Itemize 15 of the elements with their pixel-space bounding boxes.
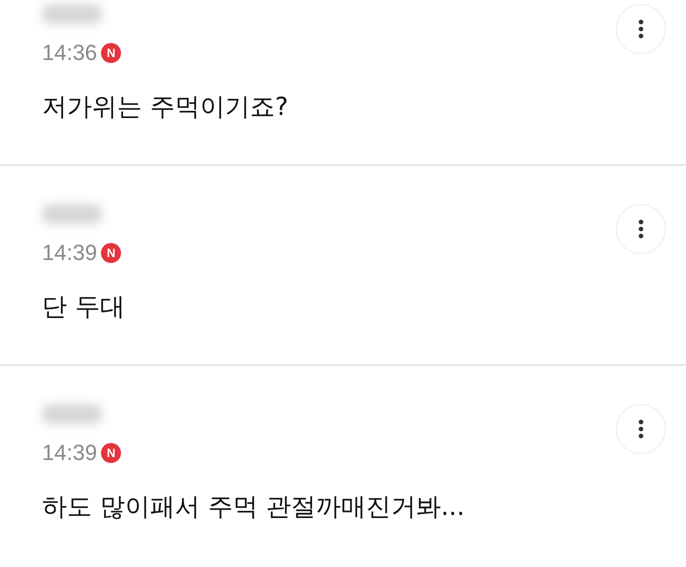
- comment-text: 단 두대: [42, 291, 126, 323]
- more-menu-button[interactable]: [616, 404, 666, 454]
- more-icon: [638, 19, 644, 39]
- more-menu-button[interactable]: [616, 4, 666, 54]
- comment-text: 저가위는 주먹이기죠?: [42, 91, 290, 123]
- new-badge: N: [101, 443, 122, 463]
- comment-time: 14:39: [42, 240, 98, 266]
- new-badge: N: [101, 43, 122, 63]
- comment-time: 14:36: [42, 40, 98, 66]
- more-icon: [638, 419, 644, 439]
- comment-text: 하도 많이패서 주먹 관절까매진거봐...: [42, 491, 466, 523]
- more-icon: [638, 219, 644, 239]
- new-badge: N: [101, 243, 122, 263]
- comment-time: 14:39: [42, 440, 98, 466]
- more-menu-button[interactable]: [616, 204, 666, 254]
